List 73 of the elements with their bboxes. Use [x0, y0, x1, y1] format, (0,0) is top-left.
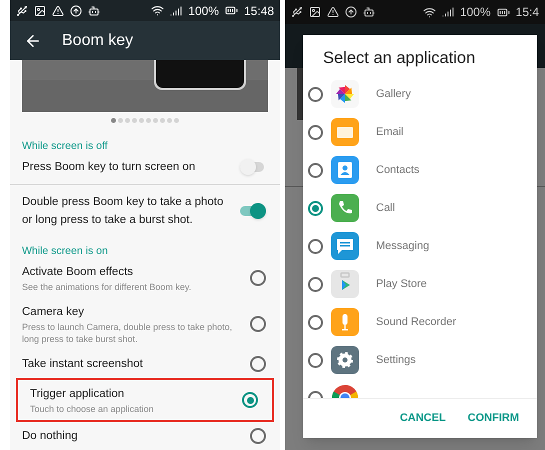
chat-icon [331, 232, 359, 260]
app-name: Settings [376, 352, 416, 368]
warning-icon [52, 4, 64, 17]
app-option[interactable]: Settings [303, 341, 537, 379]
image-icon [34, 4, 46, 17]
radio-button[interactable] [250, 270, 266, 286]
image-icon [309, 6, 321, 18]
radio-button[interactable] [308, 162, 323, 178]
screen-title: Boom key [62, 30, 134, 51]
setting-title: Press Boom key to turn screen on [22, 160, 196, 175]
wifi-icon [422, 6, 436, 18]
dialog-button[interactable]: CANCEL [392, 406, 454, 431]
dialog-button[interactable]: CONFIRM [460, 406, 527, 431]
app-option[interactable]: Sound Recorder [303, 303, 537, 341]
battery-percent: 100% [188, 2, 219, 20]
setting-title: Double press Boom key to take a photo or long press to take a burst shot. [22, 195, 224, 228]
contact-card-icon [331, 156, 359, 184]
robot-icon [363, 6, 375, 18]
radio-button[interactable] [308, 314, 323, 330]
app-option[interactable]: Messaging [303, 227, 537, 265]
microphone-icon [331, 308, 359, 336]
usb-icon [16, 4, 28, 17]
play-bag-icon [331, 270, 359, 298]
upload-icon [70, 4, 82, 17]
toggle-switch[interactable] [240, 159, 266, 175]
warning-icon [327, 6, 339, 18]
radio-button[interactable] [308, 124, 323, 140]
app-name: Messaging [376, 238, 430, 254]
section-header: While screen is on [21, 244, 109, 258]
radio-button[interactable] [250, 316, 266, 332]
radio-button[interactable] [242, 392, 258, 408]
envelope-icon [331, 118, 359, 146]
app-option[interactable]: Email [303, 113, 537, 151]
app-name: Call [376, 200, 395, 216]
battery-percent: 100% [460, 4, 491, 21]
upload-icon [345, 6, 357, 18]
app-option[interactable]: Call [303, 189, 537, 227]
usb-icon [291, 6, 303, 18]
radio-button[interactable] [308, 276, 323, 292]
dialog-title: Select an application [322, 48, 476, 70]
phone-icon [331, 194, 359, 222]
app-option[interactable]: Contacts [303, 151, 537, 189]
radio-button[interactable] [308, 238, 323, 254]
battery-icon [224, 4, 238, 18]
pinwheel-icon [331, 80, 359, 108]
setting-title: Take instant screenshot [22, 357, 144, 372]
setting-title: Do nothing [22, 429, 79, 444]
clock: 15:4 [516, 4, 539, 21]
signal-icon [170, 4, 182, 17]
setting-title: Activate Boom effects [22, 265, 134, 280]
app-name: Sound Recorder [376, 314, 456, 330]
clock: 15:48 [244, 2, 274, 20]
setting-title: Trigger application [30, 387, 126, 402]
toggle-switch[interactable] [240, 203, 266, 219]
radio-button[interactable] [250, 428, 266, 444]
radio-button[interactable] [250, 356, 266, 372]
app-name: Email [376, 124, 404, 140]
setting-title: Camera key [22, 305, 85, 320]
setting-description: Press to launch Camera, double press to take photo, long press to take burst shot. [22, 321, 234, 345]
radio-button[interactable] [308, 352, 323, 368]
robot-icon [88, 4, 100, 17]
setting-description: Touch to choose an application [30, 403, 155, 415]
setting-description: See the animations for different Boom key. [22, 281, 192, 293]
gear-icon [331, 346, 359, 374]
app-name: Play Store [376, 276, 427, 292]
app-option[interactable]: Play Store [303, 265, 537, 303]
battery-icon [496, 6, 510, 18]
radio-button[interactable] [308, 86, 323, 102]
app-name: Gallery [376, 86, 411, 102]
app-option[interactable]: Gallery [303, 75, 537, 113]
radio-button[interactable] [308, 200, 323, 216]
app-name: Contacts [376, 162, 420, 178]
section-header: While screen is off [21, 139, 109, 153]
